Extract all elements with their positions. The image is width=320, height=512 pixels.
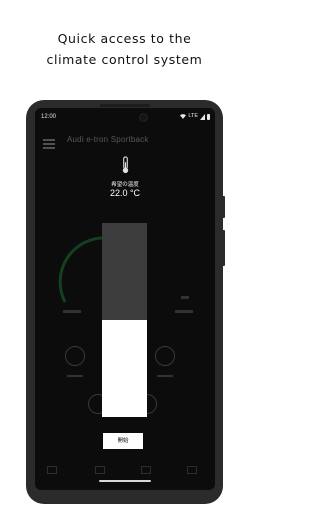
- tab-map: [95, 466, 105, 474]
- phone-side-button: [222, 196, 225, 218]
- phone-volume-button: [222, 230, 225, 266]
- temperature-slider[interactable]: [102, 223, 147, 417]
- phone-earpiece: [100, 104, 150, 107]
- caption-line-1: Quick access to the: [57, 31, 192, 46]
- start-button[interactable]: 開始: [103, 433, 143, 449]
- temperature-slider-fill: [102, 320, 147, 417]
- lock-label-bg: [67, 375, 83, 377]
- climate-label-bg: [157, 375, 173, 377]
- tab-car: [47, 466, 57, 474]
- tab-charging: [141, 466, 151, 474]
- promo-caption: Quick access to the climate control syst…: [0, 28, 249, 70]
- tab-profile: [187, 466, 197, 474]
- gesture-bar: [99, 480, 151, 482]
- car-name: Audi e-tron Sportback: [67, 135, 149, 144]
- gauge-label-left: [63, 310, 81, 313]
- menu-icon[interactable]: [43, 139, 55, 149]
- gauge-tick-right: [181, 296, 189, 299]
- lock-button-bg: [65, 346, 85, 366]
- desired-temperature-label: 希望の温度: [111, 182, 139, 188]
- gauge-label-right: [175, 310, 193, 313]
- temperature-value: 22.0 °C: [109, 188, 141, 198]
- climate-button-bg: [155, 346, 175, 366]
- phone-screen: 12:00 LTE Audi e-tron Sportback 希望の温度 22…: [35, 108, 215, 490]
- caption-line-2: climate control system: [46, 52, 203, 67]
- thermometer-icon: [122, 156, 129, 174]
